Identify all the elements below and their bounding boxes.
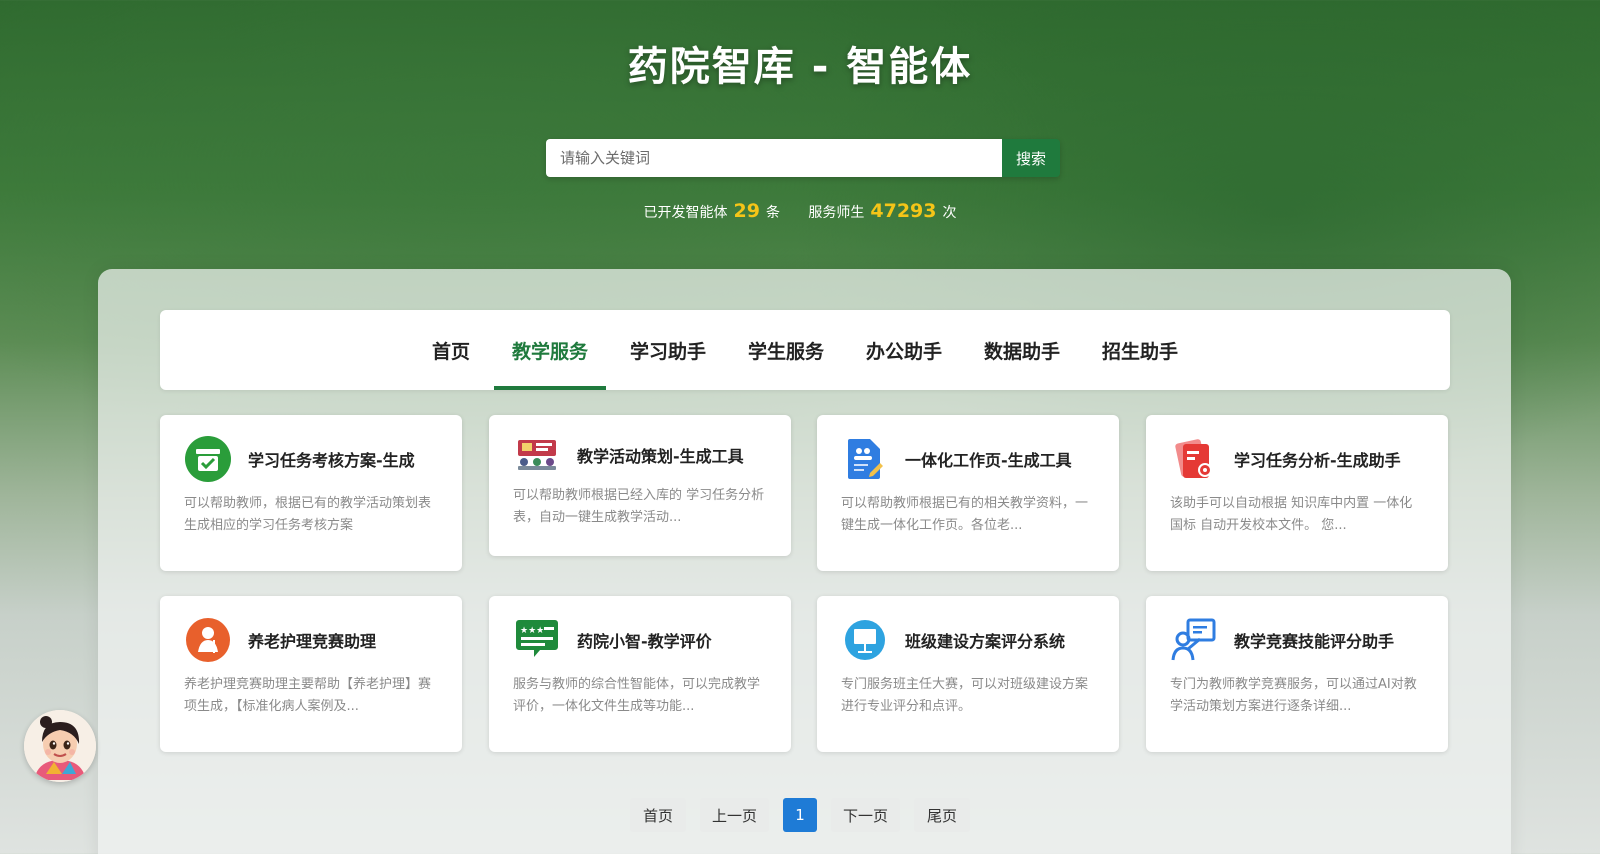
tab-student-service[interactable]: 学生服务 [730, 310, 842, 390]
agent-card[interactable]: ★★★ 药院小智-教学评价 服务与教师的综合性智能体，可以完成教学评价，一体化文… [489, 596, 791, 752]
served-suffix: 次 [942, 205, 957, 221]
assistant-avatar-icon[interactable] [24, 710, 96, 782]
next-page-button[interactable]: 下一页 [831, 798, 901, 832]
card-description: 可以帮助教师根据已经入库的 学习任务分析表，自动一键生成教学活动... [513, 488, 765, 525]
first-page-button[interactable]: 首页 [629, 798, 686, 832]
developed-suffix: 条 [765, 205, 780, 221]
card-title: 养老护理竞赛助理 [248, 632, 377, 651]
agent-card[interactable]: 教学竞赛技能评分助手 专门为教师教学竞赛服务，可以通过AI对教学活动策划方案进行… [1146, 596, 1448, 752]
card-description: 该助手可以自动根据 知识库中内置 一体化国标 自动开发校本文件。 您... [1170, 496, 1413, 533]
developed-stat: 已开发智能体 29 条 [643, 200, 784, 222]
developed-prefix: 已开发智能体 [643, 205, 728, 221]
document-edit-icon [841, 435, 889, 483]
current-page-button[interactable]: 1 [783, 798, 817, 832]
agent-card[interactable]: 一体化工作页-生成工具 可以帮助教师根据已有的相关教学资料，一键生成一体化工作页… [817, 415, 1119, 571]
card-title: 教学活动策划-生成工具 [577, 447, 744, 466]
card-title: 教学竞赛技能评分助手 [1234, 632, 1395, 651]
tab-admission-assistant[interactable]: 招生助手 [1084, 310, 1196, 390]
card-description: 养老护理竞赛助理主要帮助【养老护理】赛项生成，【标准化病人案例及... [184, 677, 432, 714]
agent-card[interactable]: 学习任务考核方案-生成 可以帮助教师，根据已有的教学活动策划表生成相应的学习任务… [160, 415, 462, 571]
card-description: 可以帮助教师根据已有的相关教学资料，一键生成一体化工作页。各位老... [841, 496, 1089, 533]
tab-home[interactable]: 首页 [414, 310, 488, 390]
tab-office-assistant[interactable]: 办公助手 [848, 310, 960, 390]
classroom-icon [513, 431, 561, 479]
served-stat: 服务师生 47293 次 [808, 200, 957, 222]
tab-data-assistant[interactable]: 数据助手 [966, 310, 1078, 390]
svg-text:★★★: ★★★ [520, 626, 544, 636]
category-nav: 首页 教学服务 学习助手 学生服务 办公助手 数据助手 招生助手 [160, 310, 1450, 390]
search-button[interactable]: 搜索 [1002, 139, 1060, 177]
card-title: 班级建设方案评分系统 [905, 632, 1066, 651]
page-title: 药院智库 - 智能体 [627, 44, 973, 90]
agent-card[interactable]: 班级建设方案评分系统 专门服务班主任大赛，可以对班级建设方案进行专业评分和点评。 [817, 596, 1119, 752]
card-description: 可以帮助教师，根据已有的教学活动策划表生成相应的学习任务考核方案 [184, 496, 432, 533]
card-title: 一体化工作页-生成工具 [905, 451, 1072, 470]
card-description: 专门为教师教学竞赛服务，可以通过AI对教学活动策划方案进行逐条详细... [1170, 677, 1417, 714]
stats-line: 已开发智能体 29 条 服务师生 47293 次 [0, 200, 1600, 222]
prev-page-button[interactable]: 上一页 [699, 798, 769, 832]
green-checklist-icon [184, 435, 232, 483]
agent-card[interactable]: 养老护理竞赛助理 养老护理竞赛助理主要帮助【养老护理】赛项生成，【标准化病人案例… [160, 596, 462, 752]
presentation-board-icon [841, 616, 889, 664]
red-document-icon [1170, 435, 1218, 483]
pagination: 首页 上一页 1 下一页 尾页 [0, 798, 1600, 832]
search-input[interactable] [546, 139, 1002, 177]
card-description: 专门服务班主任大赛，可以对班级建设方案进行专业评分和点评。 [841, 677, 1089, 714]
elder-care-icon [184, 616, 232, 664]
last-page-button[interactable]: 尾页 [914, 798, 971, 832]
teacher-board-icon [1170, 616, 1218, 664]
tab-learning-assistant[interactable]: 学习助手 [612, 310, 724, 390]
card-title: 药院小智-教学评价 [577, 632, 712, 651]
rating-chat-icon: ★★★ [513, 616, 561, 664]
card-title: 学习任务考核方案-生成 [248, 451, 415, 470]
agent-card[interactable]: 教学活动策划-生成工具 可以帮助教师根据已经入库的 学习任务分析表，自动一键生成… [489, 415, 791, 556]
served-prefix: 服务师生 [808, 205, 865, 221]
card-title: 学习任务分析-生成助手 [1234, 451, 1401, 470]
developed-count: 29 [733, 200, 760, 222]
tab-teaching-service[interactable]: 教学服务 [493, 310, 606, 390]
card-description: 服务与教师的综合性智能体，可以完成教学评价，一体化文件生成等功能... [513, 677, 761, 714]
agent-card[interactable]: 学习任务分析-生成助手 该助手可以自动根据 知识库中内置 一体化国标 自动开发校… [1146, 415, 1448, 571]
served-count: 47293 [870, 200, 937, 222]
search-bar: 搜索 [546, 139, 1060, 177]
